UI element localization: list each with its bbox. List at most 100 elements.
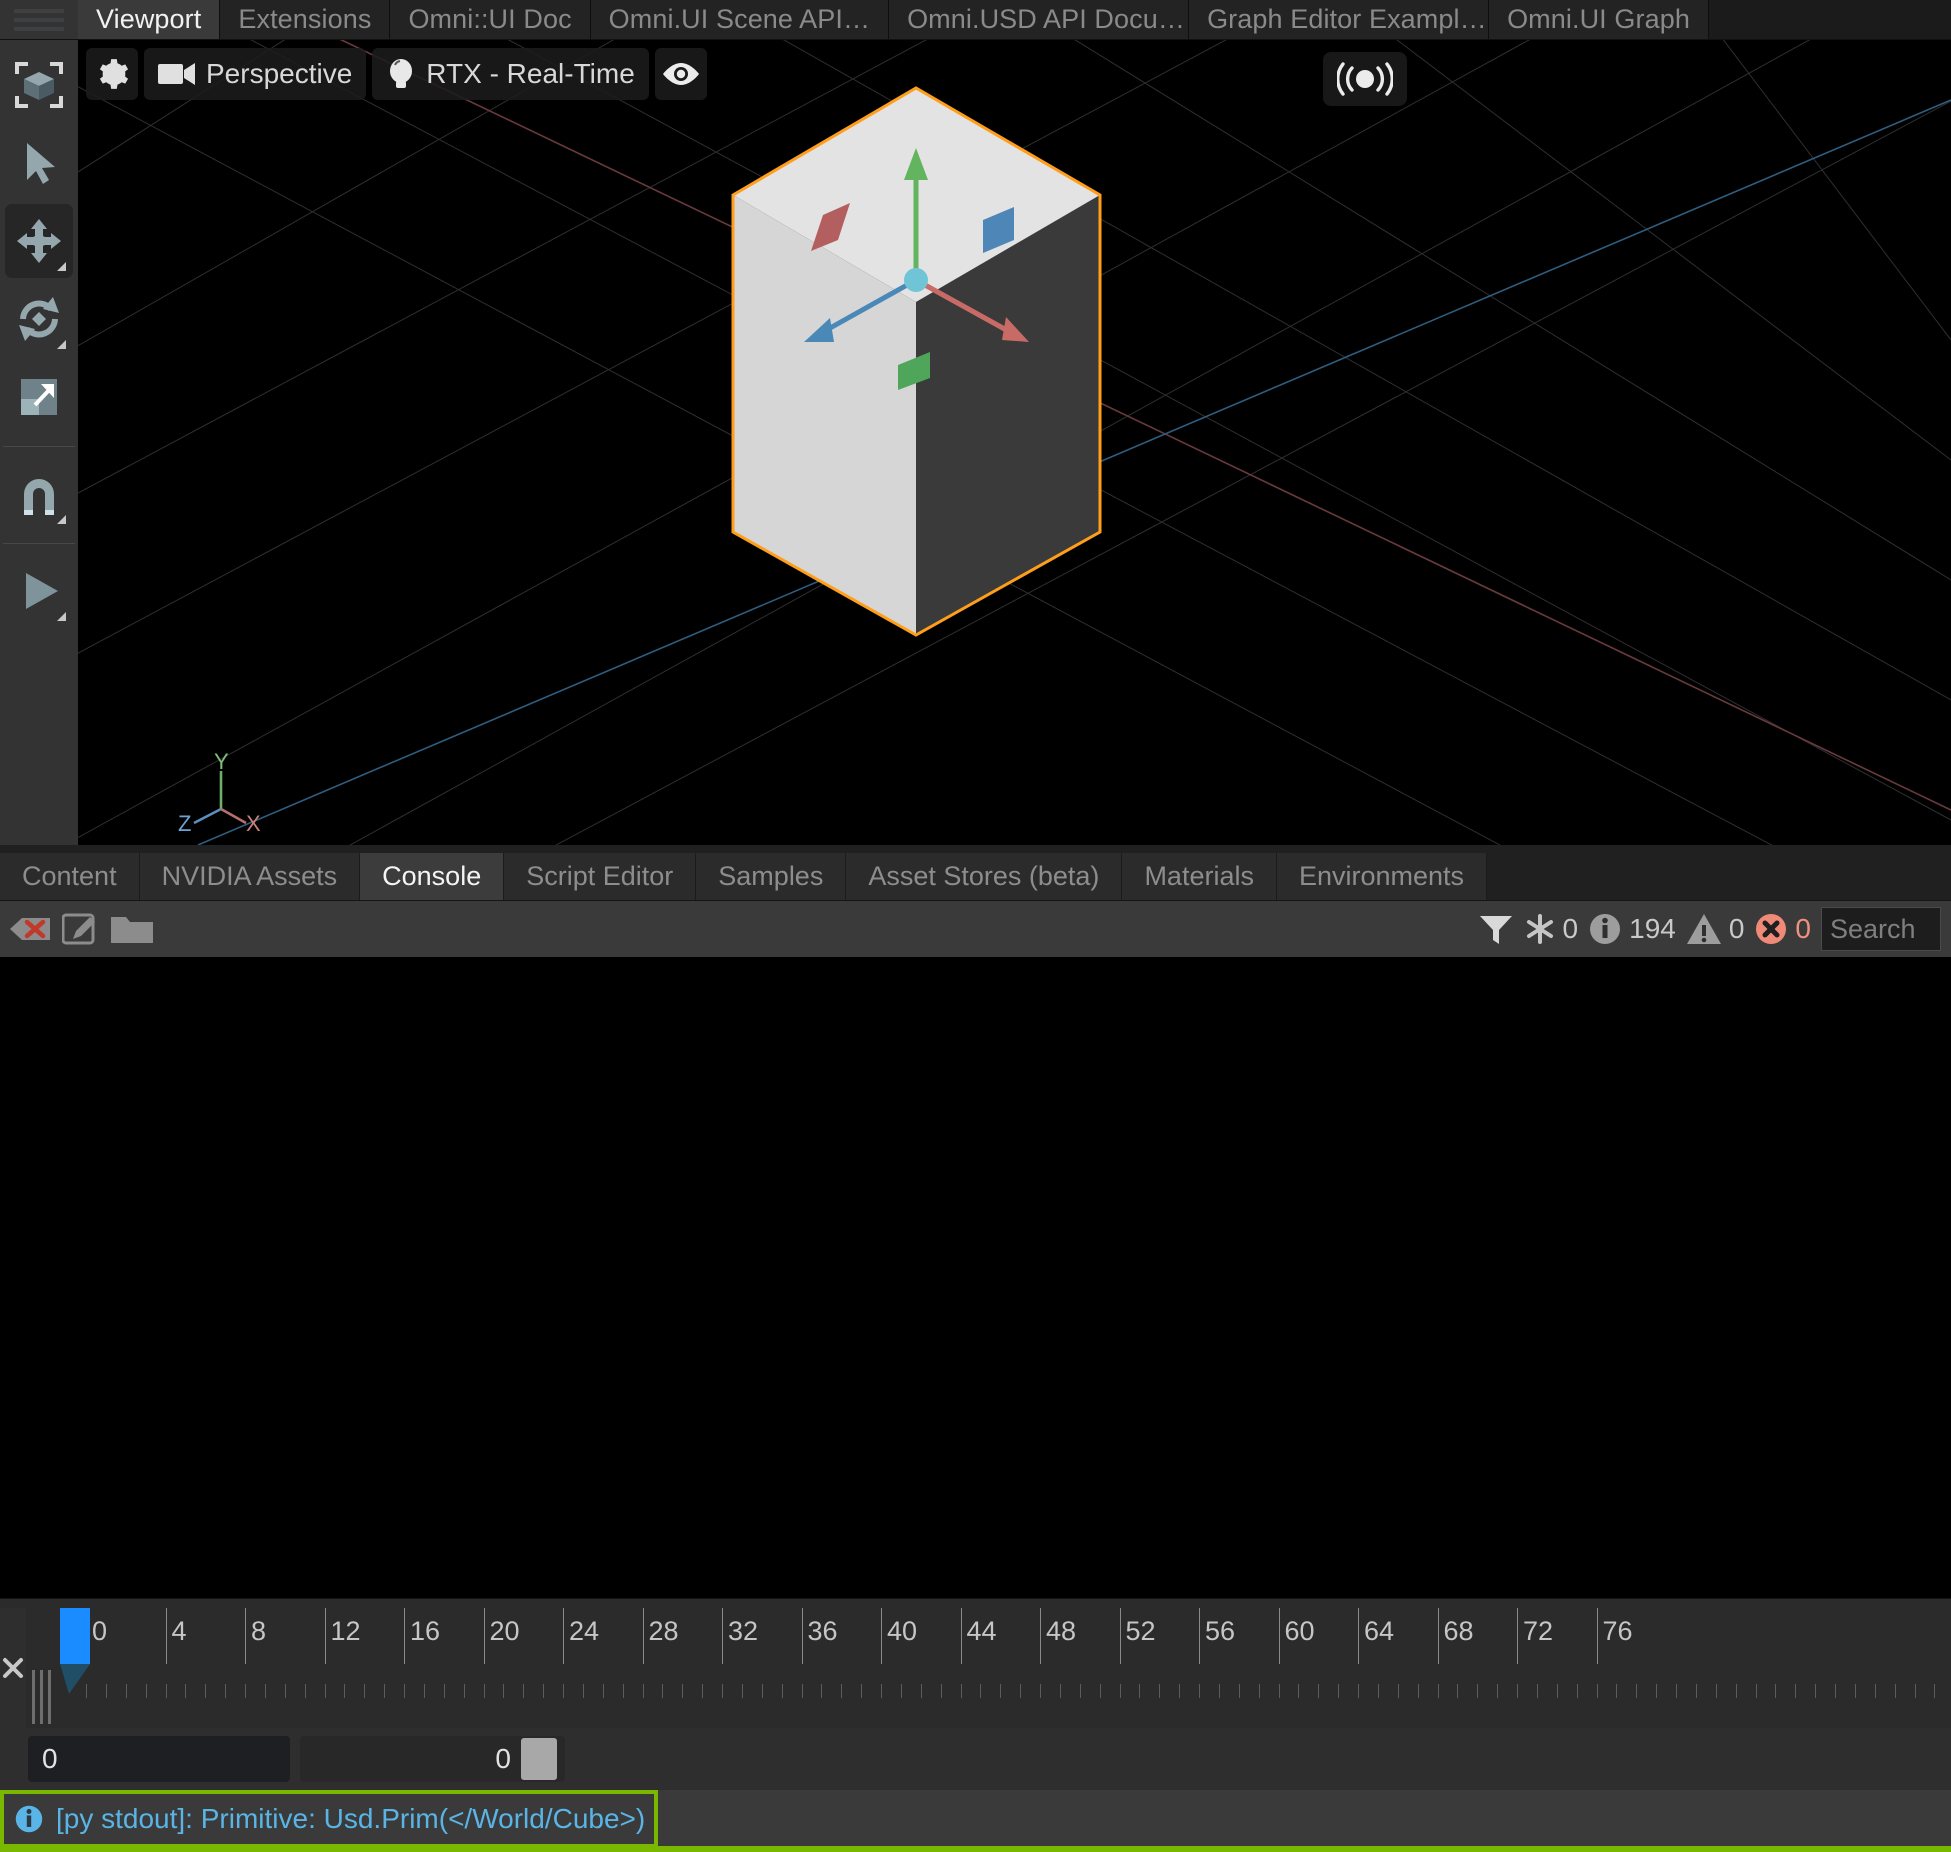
timeline-minor-tick bbox=[1477, 1684, 1479, 1698]
verbose-filter[interactable]: 0 bbox=[1524, 913, 1578, 945]
tab-omni-ui-graph[interactable]: Omni.UI Graph bbox=[1489, 0, 1709, 39]
viewport-3d[interactable]: Perspective RTX - Real-Time Y Z X bbox=[78, 40, 1951, 845]
select-tool[interactable] bbox=[5, 126, 73, 200]
current-frame-field[interactable]: 0 bbox=[300, 1736, 565, 1782]
tool-options-corner[interactable] bbox=[57, 612, 66, 621]
error-filter[interactable]: 0 bbox=[1754, 912, 1811, 946]
timeline-minor-tick bbox=[642, 1684, 644, 1698]
timeline-tick-label: 28 bbox=[648, 1616, 679, 1646]
info-filter[interactable]: 194 bbox=[1588, 912, 1676, 946]
timeline-splitter[interactable] bbox=[0, 1598, 1951, 1608]
timeline-minor-tick bbox=[105, 1684, 107, 1698]
tab-content[interactable]: Content bbox=[0, 853, 140, 900]
console-log-area[interactable] bbox=[0, 957, 1951, 1598]
eye-icon bbox=[662, 63, 699, 85]
tab-omni-ui-scene-api[interactable]: Omni.UI Scene API… bbox=[590, 0, 890, 39]
clear-log-icon bbox=[10, 918, 50, 940]
start-frame-field[interactable]: 0 bbox=[28, 1736, 290, 1782]
timeline-bar[interactable]: 0 4 8 12 16 20 24 28 32 36 40 44 48 52 56 60 64 68 72 76 bbox=[0, 1608, 1951, 1728]
move-tool[interactable] bbox=[5, 204, 73, 278]
timeline-minor-tick bbox=[86, 1684, 87, 1698]
status-message-text: [py stdout]: Primitive: Usd.Prim(</World… bbox=[56, 1803, 646, 1834]
snap-tool[interactable] bbox=[5, 457, 73, 531]
edit-log-button[interactable] bbox=[62, 912, 100, 946]
tab-label: NVIDIA Assets bbox=[161, 861, 338, 891]
tool-options-corner[interactable] bbox=[57, 262, 66, 271]
dock-splitter[interactable] bbox=[0, 845, 1951, 853]
timeline-ruler[interactable]: 0 4 8 12 16 20 24 28 32 36 40 44 48 52 56 60 64 68 72 76 bbox=[26, 1608, 1951, 1728]
info-circle-icon bbox=[15, 1805, 43, 1833]
camera-label: Perspective bbox=[206, 58, 353, 89]
timeline-minor-tick bbox=[404, 1684, 405, 1698]
tool-options-corner[interactable] bbox=[57, 515, 66, 524]
scale-tool[interactable] bbox=[5, 360, 73, 434]
search-input[interactable]: Search bbox=[1821, 907, 1941, 951]
timeline-minor-tick bbox=[205, 1684, 207, 1698]
timeline-tick bbox=[1517, 1608, 1518, 1664]
tab-materials[interactable]: Materials bbox=[1122, 853, 1277, 900]
timeline-minor-tick bbox=[1179, 1684, 1181, 1698]
timeline-minor-tick bbox=[1238, 1684, 1240, 1698]
tab-extensions[interactable]: Extensions bbox=[220, 0, 391, 39]
gear-icon bbox=[99, 59, 129, 89]
axis-label-z: Z bbox=[178, 811, 191, 831]
rotate-tool[interactable] bbox=[5, 282, 73, 356]
tab-script-editor[interactable]: Script Editor bbox=[504, 853, 697, 900]
clear-log-button[interactable] bbox=[10, 912, 52, 946]
tab-graph-editor-example[interactable]: Graph Editor Exampl… bbox=[1189, 0, 1490, 39]
viewport-visibility-button[interactable] bbox=[654, 48, 707, 100]
timeline-range-handle[interactable] bbox=[32, 1670, 51, 1724]
cube-object[interactable] bbox=[78, 40, 1951, 845]
timeline-minor-tick bbox=[1298, 1684, 1300, 1698]
timeline-minor-tick bbox=[1656, 1684, 1658, 1698]
timeline-minor-tick bbox=[1377, 1684, 1379, 1698]
tab-asset-stores[interactable]: Asset Stores (beta) bbox=[846, 853, 1123, 900]
console-log-list bbox=[0, 957, 1951, 977]
tab-label: Console bbox=[382, 861, 482, 891]
search-placeholder: Search bbox=[1830, 913, 1916, 944]
timeline-minor-tick bbox=[185, 1684, 187, 1698]
play-tool[interactable] bbox=[5, 554, 73, 628]
tab-omni-ui-doc[interactable]: Omni::UI Doc bbox=[390, 0, 591, 39]
timeline-tick-label: 68 bbox=[1443, 1616, 1474, 1646]
timeline-minor-tick bbox=[125, 1684, 127, 1698]
timeline-minor-tick bbox=[1218, 1684, 1220, 1698]
select-bound-tool[interactable] bbox=[5, 48, 73, 122]
tab-nvidia-assets[interactable]: NVIDIA Assets bbox=[139, 853, 361, 900]
camera-selector-button[interactable]: Perspective bbox=[144, 48, 367, 100]
timeline-tick bbox=[563, 1608, 564, 1664]
tab-omni-usd-api-doc[interactable]: Omni.USD API Docu… bbox=[889, 0, 1190, 39]
tab-environments[interactable]: Environments bbox=[1276, 853, 1488, 900]
panel-drag-handle[interactable] bbox=[0, 0, 78, 39]
handle-line bbox=[14, 8, 64, 13]
timeline-minor-tick bbox=[1099, 1684, 1101, 1698]
tab-samples[interactable]: Samples bbox=[696, 853, 847, 900]
asterisk-icon bbox=[1526, 914, 1553, 944]
timeline-playhead[interactable] bbox=[60, 1608, 90, 1664]
open-file-button[interactable] bbox=[110, 912, 154, 946]
timeline-minor-tick bbox=[145, 1684, 147, 1698]
timeline-tick-label: 76 bbox=[1602, 1616, 1633, 1646]
frame-fields-bar: 0 0 bbox=[0, 1728, 1951, 1790]
timeline-tick bbox=[1437, 1608, 1439, 1664]
timeline-tick-label: 4 bbox=[171, 1616, 187, 1646]
timeline-close-button[interactable] bbox=[0, 1608, 26, 1728]
tab-viewport[interactable]: Viewport bbox=[78, 0, 221, 39]
render-mode-button[interactable]: RTX - Real-Time bbox=[372, 48, 649, 100]
viewport-capture-button[interactable] bbox=[1323, 52, 1407, 106]
frame-slider-handle[interactable] bbox=[521, 1738, 557, 1780]
warning-filter[interactable]: 0 bbox=[1686, 912, 1744, 946]
filter-funnel-icon bbox=[1479, 916, 1512, 944]
filter-button[interactable] bbox=[1478, 912, 1514, 946]
status-message[interactable]: [py stdout]: Primitive: Usd.Prim(</World… bbox=[4, 1794, 654, 1844]
timeline-tick bbox=[801, 1608, 803, 1664]
timeline-minor-tick bbox=[443, 1684, 445, 1698]
timeline-minor-tick bbox=[1358, 1684, 1359, 1698]
timeline-minor-tick bbox=[1556, 1684, 1558, 1698]
timeline-minor-tick bbox=[1020, 1684, 1022, 1698]
tool-options-corner[interactable] bbox=[57, 340, 66, 349]
viewport-settings-button[interactable] bbox=[86, 48, 138, 100]
tab-console[interactable]: Console bbox=[360, 853, 505, 900]
timeline-tick bbox=[642, 1608, 644, 1664]
timeline-tick-label: 60 bbox=[1284, 1616, 1315, 1646]
